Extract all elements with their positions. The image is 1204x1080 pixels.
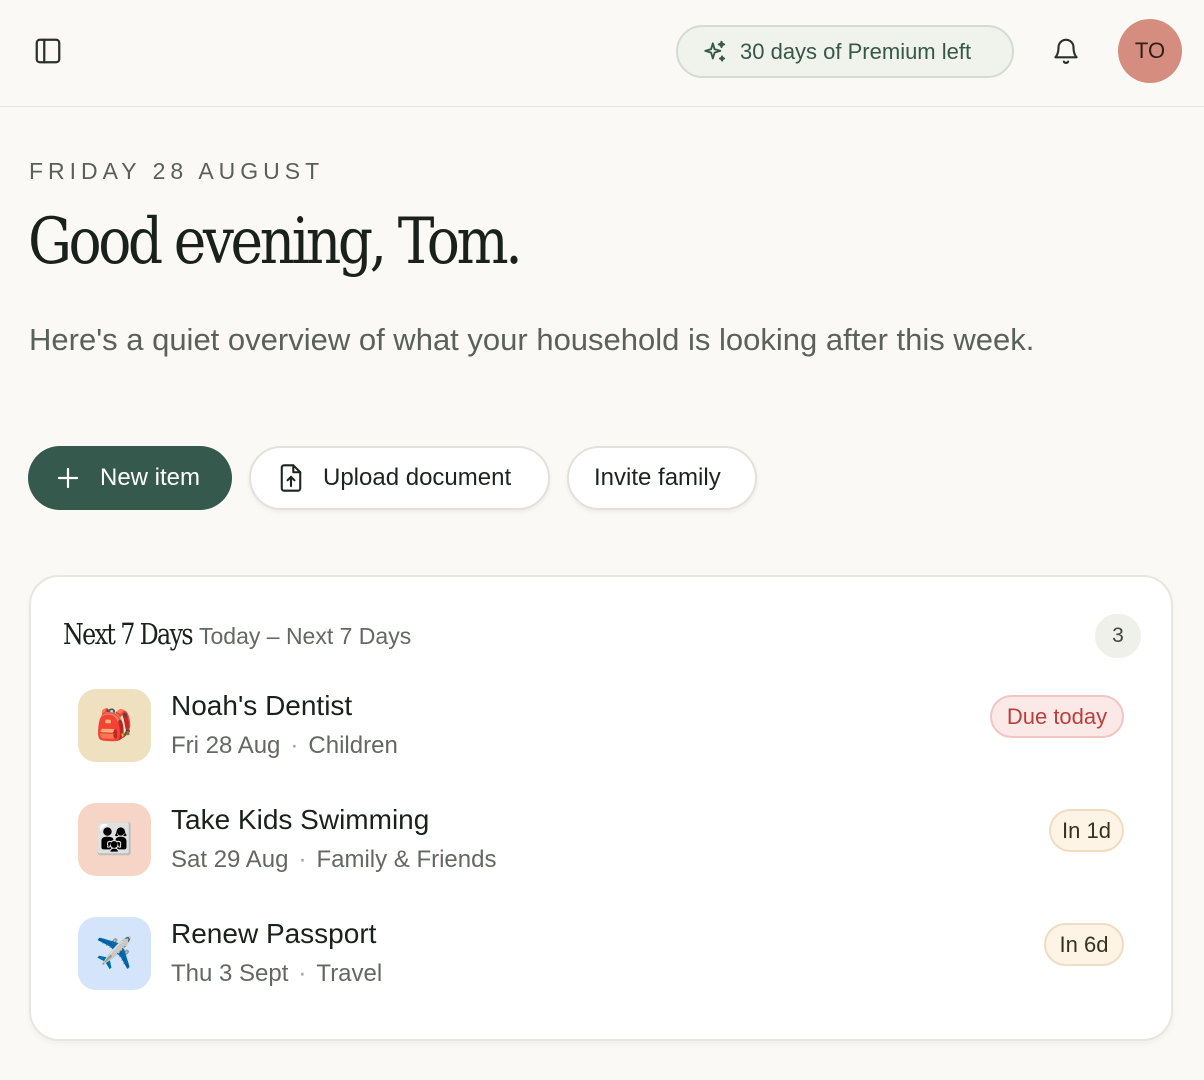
plus-icon bbox=[56, 466, 80, 490]
overview-subtitle: Here's a quiet overview of what your hou… bbox=[29, 322, 1035, 357]
family-icon: 👨‍👩‍👧 bbox=[78, 803, 151, 876]
avatar-initials: TO bbox=[1134, 38, 1166, 63]
item-date: Fri 28 Aug bbox=[171, 732, 281, 759]
next-7-days-card: Next 7 Days Today – Next 7 Days 3 🎒 Noah… bbox=[29, 575, 1173, 1041]
greeting-heading: Good evening, Tom. bbox=[28, 205, 523, 279]
item-meta: Thu 3 Sept · Travel bbox=[171, 960, 382, 988]
new-item-label: New item bbox=[100, 464, 201, 491]
item-count-badge: 3 bbox=[1095, 614, 1141, 658]
due-status-badge: In 6d bbox=[1044, 923, 1124, 966]
current-date: FRIDAY 28 AUGUST bbox=[29, 158, 325, 184]
user-avatar[interactable]: TO bbox=[1118, 19, 1182, 83]
list-item[interactable]: 🎒 Noah's Dentist Fri 28 Aug · Children Due… bbox=[78, 689, 1128, 765]
item-title: Take Kids Swimming bbox=[171, 804, 430, 835]
item-date: Thu 3 Sept bbox=[171, 960, 289, 987]
sidebar-panel-icon bbox=[35, 38, 61, 64]
premium-status-button[interactable]: 30 days of Premium left bbox=[676, 25, 1014, 78]
upload-document-label: Upload document bbox=[323, 464, 512, 491]
due-status-badge: Due today bbox=[990, 695, 1124, 738]
item-date: Sat 29 Aug bbox=[171, 846, 289, 873]
top-bar: 30 days of Premium left TO bbox=[0, 0, 1204, 107]
separator-dot: · bbox=[298, 960, 307, 987]
separator-dot: · bbox=[298, 846, 307, 873]
invite-family-label: Invite family bbox=[594, 464, 721, 491]
premium-label: 30 days of Premium left bbox=[740, 38, 972, 64]
separator-dot: · bbox=[290, 732, 299, 759]
sidebar-toggle-button[interactable] bbox=[30, 33, 66, 69]
card-title: Next 7 Days bbox=[63, 617, 194, 651]
notifications-button[interactable] bbox=[1048, 33, 1084, 69]
item-category: Children bbox=[308, 732, 398, 759]
new-item-button[interactable]: New item bbox=[28, 446, 232, 510]
item-category: Travel bbox=[316, 960, 383, 987]
sparkles-icon bbox=[702, 39, 728, 65]
file-upload-icon bbox=[277, 463, 305, 493]
item-title: Noah's Dentist bbox=[171, 690, 353, 721]
list-item[interactable]: 👨‍👩‍👧 Take Kids Swimming Sat 29 Aug · Fami… bbox=[78, 803, 1128, 879]
upload-document-button[interactable]: Upload document bbox=[249, 446, 550, 510]
item-title: Renew Passport bbox=[171, 918, 377, 949]
item-meta: Fri 28 Aug · Children bbox=[171, 732, 398, 760]
due-status-badge: In 1d bbox=[1049, 809, 1124, 852]
bell-icon bbox=[1054, 38, 1078, 64]
item-category: Family & Friends bbox=[316, 846, 497, 873]
list-item[interactable]: ✈️ Renew Passport Thu 3 Sept · Travel In 6… bbox=[78, 917, 1128, 993]
invite-family-button[interactable]: Invite family bbox=[567, 446, 757, 510]
airplane-icon: ✈️ bbox=[78, 917, 151, 990]
backpack-icon: 🎒 bbox=[78, 689, 151, 762]
item-meta: Sat 29 Aug · Family & Friends bbox=[171, 846, 496, 874]
card-subtitle: Today – Next 7 Days bbox=[199, 623, 412, 649]
